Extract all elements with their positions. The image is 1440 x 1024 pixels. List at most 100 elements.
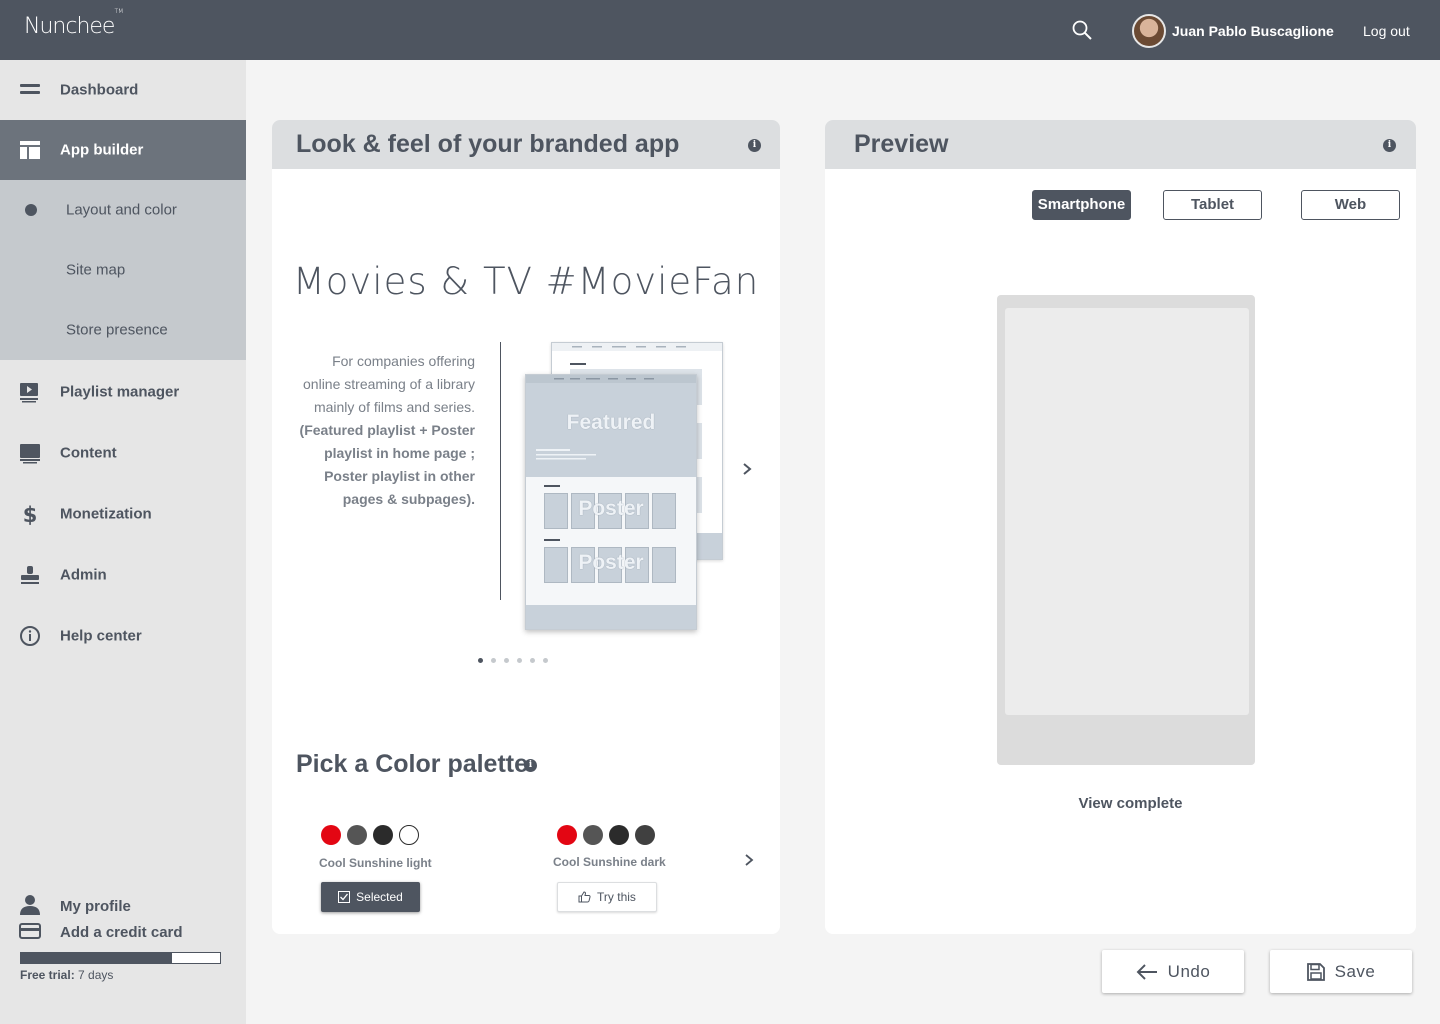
featured-label: Featured [566,411,656,434]
smartphone-preview-frame [997,295,1255,765]
look-feel-card: Look & feel of your branded app i Movies… [272,120,780,934]
brand-logo[interactable]: NuncheeTM [24,8,123,39]
trial-label: Free trial: [20,968,75,982]
poster-label: Poster [578,497,644,520]
subitem-label: Site map [66,261,126,279]
carousel-dot[interactable] [530,658,535,663]
carousel-dot[interactable] [478,658,483,663]
palette-selected-button[interactable]: Selected [321,882,420,912]
my-profile-link[interactable]: My profile [0,894,246,920]
look-feel-title: Look & feel of your branded app [296,130,680,158]
playlist-icon [20,383,38,403]
sidebar-item-label: App builder [60,141,144,159]
my-profile-label: My profile [60,898,131,915]
add-credit-card-label: Add a credit card [60,924,183,941]
app-builder-icon [20,141,40,159]
logout-link[interactable]: Log out [1363,23,1410,39]
color-swatch [321,825,341,845]
preview-title: Preview [854,130,949,158]
carousel-dot[interactable] [517,658,522,663]
undo-button[interactable]: Undo [1102,950,1244,993]
info-icon[interactable]: i [748,139,761,152]
description-bold-text: (Featured playlist + Poster playlist in … [299,422,475,507]
poster-label: Poster [578,551,644,574]
try-this-label: Try this [597,890,636,904]
sidebar-item-admin[interactable]: Admin [0,545,246,605]
color-swatch [373,825,393,845]
row-title-line [544,485,560,487]
subitem-layout-and-color[interactable]: Layout and color [0,180,246,240]
user-icon [20,895,40,915]
trial-status: Free trial: 7 days [20,968,113,982]
dashboard-icon [20,84,40,94]
sidebar-item-label: Playlist manager [60,383,180,401]
description-text: For companies offering online streaming … [303,353,475,415]
palette-name: Cool Sunshine dark [553,855,666,869]
sidebar-item-app-builder[interactable]: App builder [0,120,246,180]
preview-header: Preview i [825,120,1416,169]
view-complete-link[interactable]: View complete [825,795,1416,812]
top-bar: NuncheeTM Juan Pablo Buscaglione Log out [0,0,1440,60]
info-circle-icon [20,626,40,646]
chevron-right-icon[interactable] [740,462,754,476]
dollar-icon: $ [23,503,38,525]
featured-banner: Featured [526,375,696,477]
mockup-footer [526,605,696,629]
smartphone-preview-screen[interactable] [1005,308,1249,715]
sidebar-item-dashboard[interactable]: Dashboard [0,60,246,120]
subitem-site-map[interactable]: Site map [0,240,246,300]
chevron-right-icon[interactable] [742,853,756,867]
trial-progress-bar [20,952,221,964]
sidebar-item-content[interactable]: Content [0,423,246,483]
thumbs-up-icon [578,891,591,903]
trial-value: 7 days [78,968,114,982]
preview-card: Preview i Smartphone Tablet Web View com… [825,120,1416,934]
add-credit-card-link[interactable]: Add a credit card [0,920,246,946]
info-icon[interactable]: i [524,759,537,772]
user-name[interactable]: Juan Pablo Buscaglione [1172,23,1334,39]
template-title: Movies & TV #MovieFan [292,260,760,303]
save-icon [1306,962,1325,981]
sidebar-item-playlist-manager[interactable]: Playlist manager [0,362,246,422]
look-feel-header: Look & feel of your branded app i [272,120,780,169]
palette-name: Cool Sunshine light [319,856,432,870]
palette-try-button[interactable]: Try this [557,882,657,912]
divider [500,342,501,600]
template-description: For companies offering online streaming … [292,350,475,511]
sidebar-item-label: Help center [60,627,142,645]
user-avatar[interactable] [1132,14,1166,48]
subitem-label: Store presence [66,321,168,339]
search-icon[interactable] [1072,20,1092,40]
palette-title-text: Pick a Color palette [296,750,529,778]
carousel-dot[interactable] [543,658,548,663]
color-swatch [635,825,655,845]
color-swatch [583,825,603,845]
palette-title: Pick a Color palette [296,750,528,779]
sidebar-item-monetization[interactable]: $ Monetization [0,484,246,544]
selected-label: Selected [356,890,403,904]
carousel-dot[interactable] [491,658,496,663]
app-builder-submenu: Layout and color Site map Store presence [0,180,246,360]
stamp-icon [21,566,39,584]
color-swatch [347,825,367,845]
sidebar-item-label: Content [60,444,117,462]
color-swatch [609,825,629,845]
device-smartphone-button[interactable]: Smartphone [1032,190,1131,220]
carousel-dot[interactable] [504,658,509,663]
arrow-left-icon [1136,963,1157,980]
svg-text:$: $ [23,503,38,525]
subitem-store-presence[interactable]: Store presence [0,300,246,360]
credit-card-icon [19,923,41,939]
sidebar-item-help-center[interactable]: Help center [0,606,246,666]
sidebar-item-label: Dashboard [60,81,139,99]
template-mockup-front: Featured Poster Poster [525,374,697,630]
device-tablet-button[interactable]: Tablet [1163,190,1262,220]
save-label: Save [1334,961,1376,981]
device-web-button[interactable]: Web [1301,190,1400,220]
info-icon[interactable]: i [1383,139,1396,152]
sidebar-item-label: Admin [60,566,107,584]
trial-progress-fill [21,953,173,963]
save-button[interactable]: Save [1270,950,1412,993]
row-title-line [544,539,560,541]
sidebar: Dashboard App builder Layout and color S… [0,60,246,1024]
